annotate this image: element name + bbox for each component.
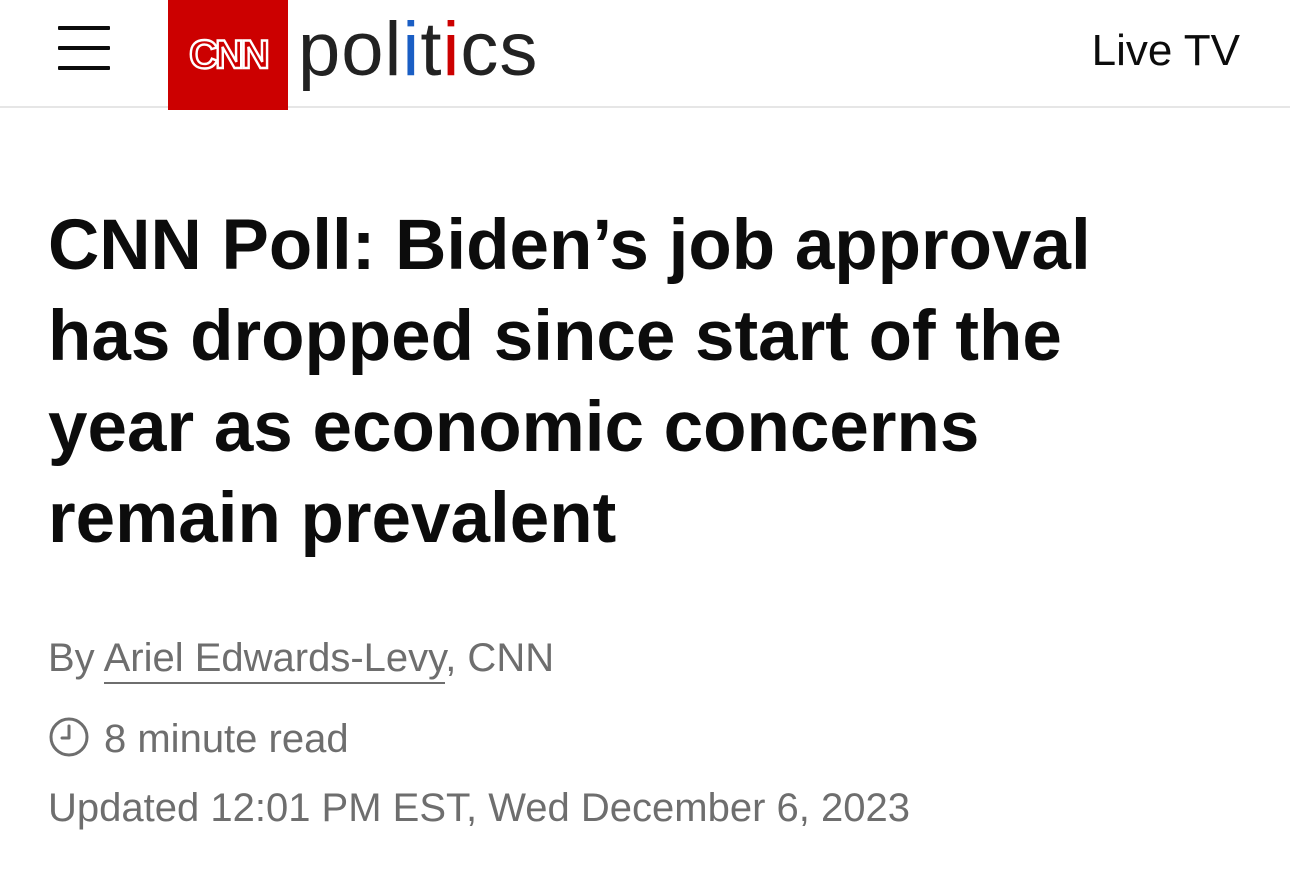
cnn-logo-mark: CNN <box>188 32 272 78</box>
byline-prefix: By <box>48 636 104 680</box>
section-name-i-blue: i <box>402 7 421 92</box>
site-header: CNN politics Live TV <box>0 0 1290 110</box>
section-name-part: t <box>420 7 443 92</box>
read-time-label: 8 minute read <box>104 717 349 761</box>
section-logo-politics[interactable]: politics <box>298 6 538 94</box>
read-time: 8 minute read <box>48 710 349 765</box>
byline-source: , CNN <box>445 636 555 680</box>
hamburger-menu-icon[interactable] <box>56 24 112 74</box>
section-name-part: cs <box>460 7 539 92</box>
updated-timestamp: Updated 12:01 PM EST, Wed December 6, 20… <box>48 786 910 830</box>
article-headline: CNN Poll: Biden’s job approval has dropp… <box>48 206 1091 558</box>
byline: By Ariel Edwards-Levy, CNN <box>48 632 554 684</box>
section-name-i-red: i <box>442 7 461 92</box>
cnn-logo-text: CNN <box>189 33 268 77</box>
cnn-logo[interactable]: CNN <box>168 0 288 110</box>
live-tv-link[interactable]: Live TV <box>1092 26 1240 76</box>
author-link[interactable]: Ariel Edwards-Levy <box>103 636 446 684</box>
section-name-part: pol <box>298 7 403 92</box>
clock-icon <box>49 717 89 757</box>
